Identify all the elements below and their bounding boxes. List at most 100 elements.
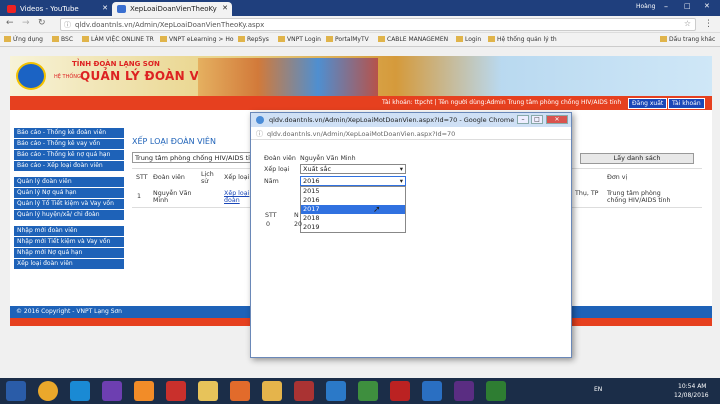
rank-member-link[interactable]: Xếp loại đoàn viên: [224, 190, 250, 204]
bookmark-bsc[interactable]: BSC: [52, 36, 73, 43]
year-dropdown-list: 2015 2016 2017 2018 2019: [300, 186, 406, 233]
close-tool-icon[interactable]: [166, 381, 186, 401]
info-icon[interactable]: ⓘ: [64, 20, 71, 30]
logout-button[interactable]: Đăng xuất: [628, 98, 668, 109]
onenote-icon[interactable]: [454, 381, 474, 401]
clock-date[interactable]: 12/08/2016: [674, 392, 709, 399]
unit-select[interactable]: Trung tâm phòng chống HIV/AIDS tỉnh: [132, 152, 252, 163]
tab-xeploai[interactable]: XepLoaiDoanVienTheoKy ✕: [112, 2, 232, 16]
apps-icon: [4, 36, 11, 42]
folder-icon: [52, 36, 59, 42]
th-history: Lịch sử: [201, 171, 214, 185]
bookmark-vnpt-login[interactable]: VNPT Login: [278, 36, 321, 43]
star-icon[interactable]: ☆: [684, 19, 691, 28]
year-select[interactable]: 2016 ▾: [300, 176, 406, 186]
account-info: Tài khoản: ttpcht | Tên người dùng:Admin…: [382, 99, 622, 106]
bookmark-elearning[interactable]: VNPT eLearning > Ho: [160, 36, 234, 43]
banner-photo: [198, 58, 378, 96]
ie-icon[interactable]: [70, 381, 90, 401]
popup-td-col2: 20: [294, 221, 303, 228]
minimize-icon[interactable]: –: [517, 115, 529, 124]
menu-manage-groups[interactable]: Quản lý Tổ Tiết kiệm và Vay vốn: [14, 199, 124, 209]
reload-icon[interactable]: ↻: [38, 18, 46, 28]
app-icon[interactable]: [294, 381, 314, 401]
app2-icon[interactable]: [358, 381, 378, 401]
firefox-icon[interactable]: [230, 381, 250, 401]
menu-manage-members[interactable]: Quản lý đoàn viên: [14, 177, 124, 187]
get-list-button[interactable]: Lấy danh sách: [580, 153, 694, 164]
bookmark-label: LÀM VIỆC ONLINE TR: [91, 36, 154, 43]
tab-label: Videos - YouTube: [20, 5, 79, 13]
page-icon: [278, 36, 285, 42]
maximize-icon[interactable]: □: [684, 2, 691, 10]
year-option[interactable]: 2019: [301, 223, 405, 232]
page-icon: [160, 36, 167, 42]
bookmark-he-thong[interactable]: Hệ thống quản lý th: [488, 36, 557, 43]
account-button[interactable]: Tài khoản: [668, 98, 705, 109]
menu-report-members[interactable]: Báo cáo - Thống kê đoàn viên: [14, 128, 124, 138]
year-option[interactable]: 2018: [301, 214, 405, 223]
profile-name[interactable]: Hoàng: [636, 3, 655, 10]
tab-youtube[interactable]: Videos - YouTube ✕: [2, 2, 112, 16]
year-option[interactable]: 2016: [301, 196, 405, 205]
bookmark-label: RepSys: [247, 36, 269, 43]
close-icon[interactable]: ✕: [102, 4, 108, 12]
bookmark-label: Login: [465, 36, 482, 43]
menu-rank-member[interactable]: Xếp loại đoàn viên: [14, 259, 124, 269]
label-member: Đoàn viên: [264, 155, 296, 162]
close-icon[interactable]: ✕: [222, 4, 228, 12]
popup-td-stt: 0: [266, 221, 271, 228]
popup-window: qldv.doantnls.vn/Admin/XepLoaiMotDoanVie…: [250, 112, 572, 358]
bookmark-cable[interactable]: CABLE MANAGEMEN: [378, 36, 448, 43]
menu-manage-overdue[interactable]: Quản lý Nợ quá hạn: [14, 188, 124, 198]
forward-icon[interactable]: →: [22, 18, 30, 28]
xampp-icon[interactable]: [134, 381, 154, 401]
menu-new-overdue[interactable]: Nhập mới Nợ quá hạn: [14, 248, 124, 258]
menu-report-loans[interactable]: Báo cáo - Thống kê vay vốn: [14, 139, 124, 149]
files-icon[interactable]: [262, 381, 282, 401]
menu-new-savings[interactable]: Nhập mới Tiết kiệm và Vay vốn: [14, 237, 124, 247]
app3-icon[interactable]: [390, 381, 410, 401]
chrome-icon[interactable]: [38, 381, 58, 401]
rank-select[interactable]: Xuất sắc ▾: [300, 164, 406, 174]
menu-manage-districts[interactable]: Quản lý huyện/xã/ chi đoàn: [14, 210, 124, 220]
chevron-down-icon: ▾: [399, 165, 403, 173]
bookmark-label: CABLE MANAGEMEN: [387, 36, 449, 43]
label-rank: Xếp loại: [264, 166, 290, 173]
bookmark-login[interactable]: Login: [456, 36, 481, 43]
tab-label: XepLoaiDoanVienTheoKy: [130, 5, 217, 13]
close-window-icon[interactable]: ✕: [704, 2, 710, 10]
start-icon[interactable]: [6, 381, 26, 401]
year-option[interactable]: 2015: [301, 187, 405, 196]
popup-address-bar[interactable]: ⓘ qldv.doantnls.vn/Admin/XepLoaiMotDoanV…: [251, 127, 571, 140]
address-bar[interactable]: ⓘ qldv.doantnls.vn/Admin/XepLoaiDoanVien…: [60, 18, 696, 31]
word-icon[interactable]: [422, 381, 442, 401]
page-icon: [326, 36, 333, 42]
visual-studio-icon[interactable]: [102, 381, 122, 401]
folder-icon[interactable]: [198, 381, 218, 401]
bookmark-repsys[interactable]: RepSys: [238, 36, 269, 43]
youth-union-logo-icon: [16, 62, 46, 90]
minimize-icon[interactable]: –: [664, 2, 668, 11]
org-name: TỈNH ĐOÀN LẠNG SƠN: [72, 60, 160, 68]
popup-url: qldv.doantnls.vn/Admin/XepLoaiMotDoanVie…: [267, 130, 456, 138]
menu-report-ranking[interactable]: Báo cáo - Xếp loại đoàn viên: [14, 161, 124, 171]
menu-new-member[interactable]: Nhập mới đoàn viên: [14, 226, 124, 236]
menu-report-overdue[interactable]: Báo cáo - Thống kê nợ quá hạn: [14, 150, 124, 160]
bookmark-apps[interactable]: Ứng dụng: [4, 36, 43, 43]
section-title: XẾP LOẠI ĐOÀN VIÊN: [132, 137, 216, 146]
bookmark-portal[interactable]: PortalMyTV: [326, 36, 369, 43]
menu-icon[interactable]: ⋮: [704, 19, 713, 29]
language-indicator[interactable]: EN: [594, 386, 602, 393]
back-icon[interactable]: ←: [6, 18, 14, 28]
bookmark-label: Hệ thống quản lý th: [497, 36, 557, 43]
year-option-highlighted[interactable]: 2017: [301, 205, 405, 214]
skype-icon[interactable]: [326, 381, 346, 401]
maximize-icon[interactable]: □: [531, 115, 543, 124]
bookmark-lam-viec[interactable]: LÀM VIỆC ONLINE TR: [82, 36, 154, 43]
close-icon[interactable]: ✕: [546, 115, 568, 124]
year-value: 2016: [303, 177, 320, 185]
bookmark-other[interactable]: Dấu trang khác: [660, 36, 715, 43]
clock-time[interactable]: 10:54 AM: [678, 383, 706, 390]
excel-icon[interactable]: [486, 381, 506, 401]
